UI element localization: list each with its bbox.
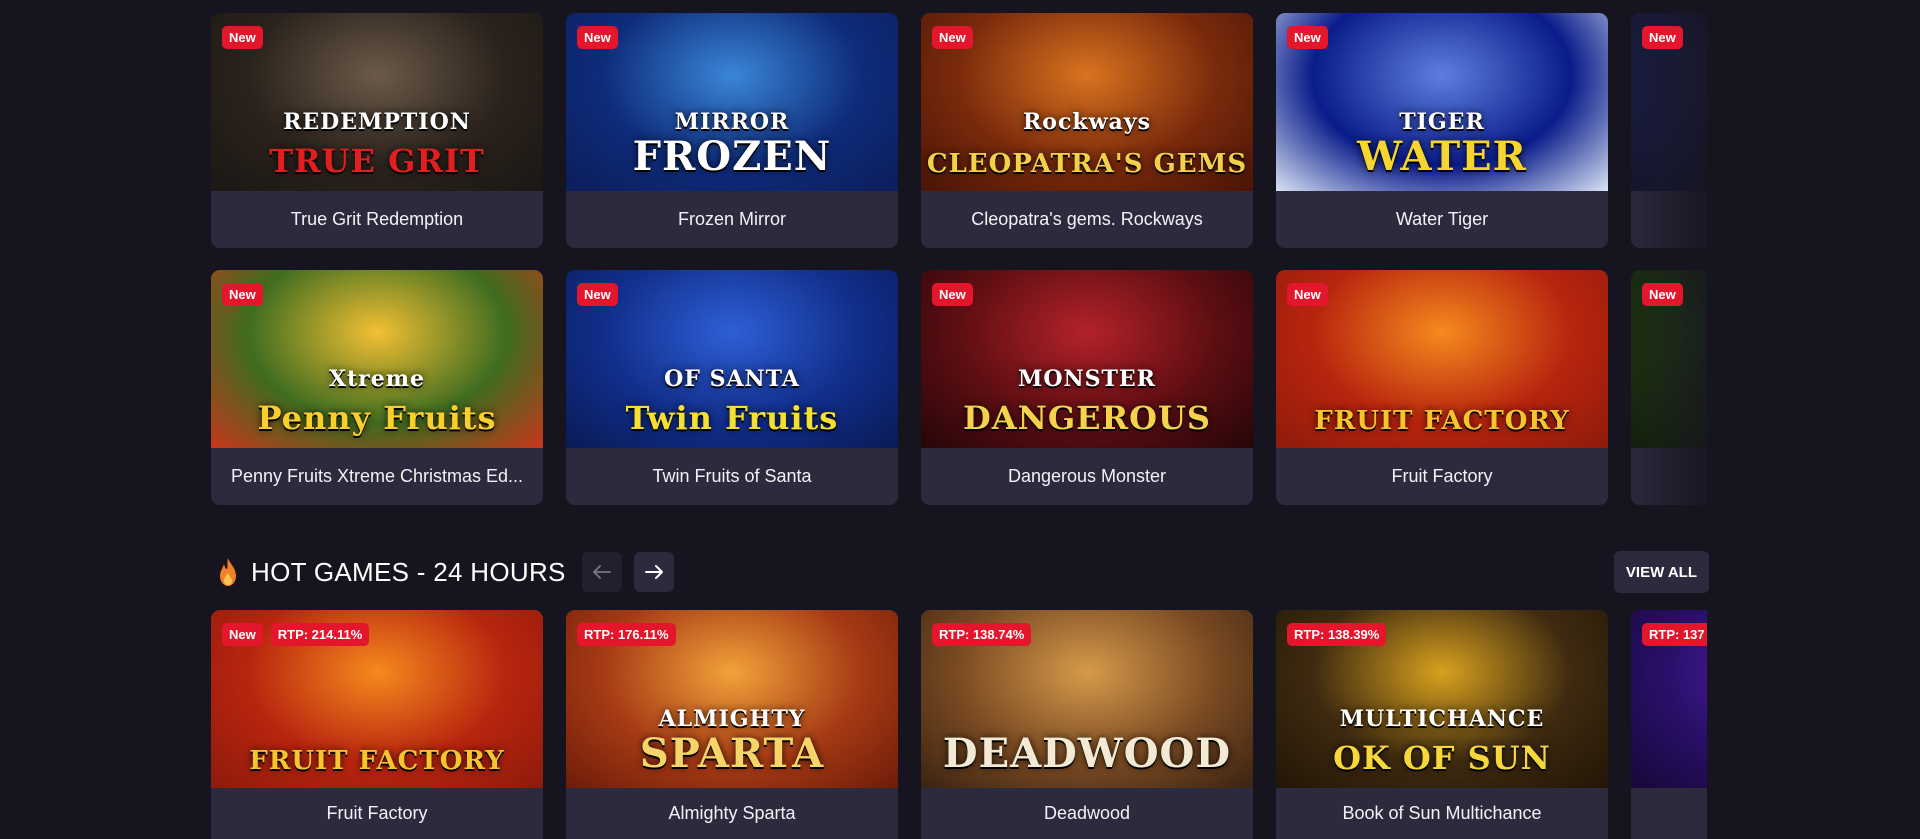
rtp-badge: RTP: 138.74% bbox=[932, 623, 1032, 646]
new-badge: New bbox=[1287, 283, 1328, 306]
badge-group: New bbox=[222, 26, 263, 49]
badge-group: RTP: 176.11% bbox=[577, 623, 676, 646]
rtp-badge: RTP: 176.11% bbox=[577, 623, 676, 646]
rtp-badge: RTP: 214.11% bbox=[270, 623, 370, 646]
badge-group: New bbox=[1287, 283, 1328, 306]
game-title[interactable]: Fruit Factory bbox=[211, 788, 543, 839]
artwork-title: OK OF SUN bbox=[1333, 739, 1551, 777]
game-title[interactable]: Almighty Sparta bbox=[566, 788, 898, 839]
new-badge: New bbox=[577, 283, 618, 306]
new-badge: New bbox=[222, 26, 263, 49]
game-thumbnail[interactable]: ALMIGHTY SPARTA RTP: 176.11% bbox=[566, 610, 898, 788]
game-title[interactable] bbox=[1631, 788, 1707, 839]
game-card[interactable]: ALMIGHTY SPARTA RTP: 176.11% Almighty Spart… bbox=[566, 610, 898, 839]
artwork-title: S bbox=[1631, 734, 1707, 774]
badge-group: New RTP: 214.11% bbox=[222, 623, 370, 646]
new-badge: New bbox=[932, 283, 973, 306]
game-lobby-page: REDEMPTION TRUE GRIT New True Grit Redempti… bbox=[0, 0, 1920, 839]
artwork-title: DEADWOOD bbox=[942, 730, 1232, 777]
game-card[interactable]: S RTP: 137 bbox=[1631, 610, 1707, 839]
game-thumbnail[interactable]: S RTP: 137 bbox=[1631, 610, 1707, 788]
new-badge: New bbox=[1642, 26, 1683, 49]
rtp-badge: RTP: 137 bbox=[1642, 623, 1707, 646]
game-thumbnail[interactable]: DEADWOOD RTP: 138.74% bbox=[921, 610, 1253, 788]
artwork-title: FRUIT FACTORY bbox=[249, 746, 505, 776]
badge-group: New bbox=[577, 283, 618, 306]
game-title[interactable]: Deadwood bbox=[921, 788, 1253, 839]
new-badge: New bbox=[222, 623, 263, 646]
hot-games-row: FRUIT FACTORY New RTP: 214.11% Fruit Factor… bbox=[211, 610, 1707, 839]
badge-group: RTP: 138.39% bbox=[1287, 623, 1387, 646]
new-badge: New bbox=[577, 26, 618, 49]
badge-group: New bbox=[932, 26, 973, 49]
rtp-badge: RTP: 138.39% bbox=[1287, 623, 1387, 646]
badge-group: RTP: 137 bbox=[1642, 623, 1707, 646]
artwork-subtitle: ALMIGHTY bbox=[658, 706, 806, 732]
game-card[interactable]: MULTICHANCE OK OF SUN RTP: 138.39% Book of … bbox=[1276, 610, 1608, 839]
badge-group: New bbox=[222, 283, 263, 306]
new-badge: New bbox=[1287, 26, 1328, 49]
artwork-subtitle: MULTICHANCE bbox=[1339, 706, 1545, 732]
badge-group: New bbox=[932, 283, 973, 306]
badge-group: New bbox=[1642, 26, 1683, 49]
new-badge: New bbox=[222, 283, 263, 306]
game-thumbnail[interactable]: FRUIT FACTORY New RTP: 214.11% bbox=[211, 610, 543, 788]
badge-group: RTP: 138.74% bbox=[932, 623, 1032, 646]
game-title[interactable]: Book of Sun Multichance bbox=[1276, 788, 1608, 839]
new-badge: New bbox=[932, 26, 973, 49]
game-thumbnail[interactable]: MULTICHANCE OK OF SUN RTP: 138.39% bbox=[1276, 610, 1608, 788]
game-card[interactable]: FRUIT FACTORY New RTP: 214.11% Fruit Factor… bbox=[211, 610, 543, 839]
game-card[interactable]: DEADWOOD RTP: 138.74% Deadwood bbox=[921, 610, 1253, 839]
badge-group: New bbox=[1287, 26, 1328, 49]
badge-group: New bbox=[577, 26, 618, 49]
new-badge: New bbox=[1642, 283, 1683, 306]
badge-group: New bbox=[1642, 283, 1683, 306]
artwork-title: SPARTA bbox=[639, 730, 825, 777]
hot-games-carousel: FRUIT FACTORY New RTP: 214.11% Fruit Factor… bbox=[211, 0, 1707, 839]
